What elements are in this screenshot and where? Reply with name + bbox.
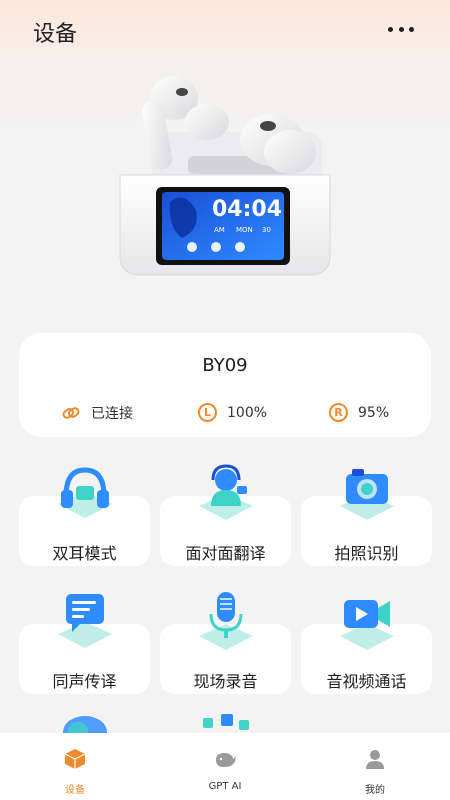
feature-label: 拍照识别	[334, 544, 399, 563]
nav-label: GPT AI	[208, 781, 242, 792]
nav-device[interactable]: 设备	[0, 733, 150, 800]
nav-label: 我的	[365, 785, 385, 796]
connection-status-text: 已连接	[91, 406, 133, 422]
screen-time: 04:04	[212, 197, 282, 222]
nav-label: 设备	[65, 785, 85, 796]
feature-label: 双耳模式	[52, 544, 117, 563]
right-battery: R 95%	[329, 403, 389, 422]
microphone-icon	[199, 592, 253, 650]
whale-icon	[216, 753, 236, 767]
right-earbud-icon: R	[329, 403, 348, 422]
more-dots-icon[interactable]	[388, 20, 414, 38]
camera-icon	[340, 469, 394, 520]
nav-mine[interactable]: 我的	[300, 733, 450, 800]
app-screen: 设备 04:04 AM MON 30 BY09 已连接 L 100% R 95%…	[0, 0, 450, 800]
screen-date: 30	[262, 226, 271, 234]
link-icon	[62, 407, 80, 419]
user-icon	[366, 750, 384, 769]
feature-label: 现场录音	[193, 672, 258, 691]
page-title: 设备	[33, 22, 78, 47]
feature-label: 同声传译	[52, 672, 117, 691]
translator-person-icon	[199, 464, 253, 520]
feature-label: 音视频通话	[326, 672, 407, 691]
bottom-nav: 设备 GPT AI 我的	[0, 733, 450, 800]
left-earbud-icon: L	[198, 403, 217, 422]
device-name: BY09	[202, 355, 248, 376]
box-icon	[64, 749, 86, 769]
headphones-icon	[58, 467, 112, 518]
right-battery-value: 95%	[358, 404, 390, 421]
nav-gpt-ai[interactable]: GPT AI	[150, 733, 300, 800]
device-info-card[interactable]: BY09 已连接 L 100% R 95%	[19, 333, 431, 437]
header: 设备	[0, 0, 450, 62]
screen-ampm: AM	[214, 226, 225, 234]
connection-status: 已连接	[61, 403, 133, 423]
left-battery-value: 100%	[227, 404, 268, 421]
video-call-icon	[340, 600, 394, 650]
more-feature-art-2	[203, 714, 249, 730]
screen-weekday: MON	[236, 226, 253, 234]
left-battery: L 100%	[198, 403, 267, 422]
chat-bubble-icon	[58, 594, 112, 648]
feature-label: 面对面翻译	[185, 544, 266, 563]
more-feature-art-1	[63, 716, 107, 733]
earbuds-case-illustration: 04:04 AM MON 30	[119, 76, 331, 276]
